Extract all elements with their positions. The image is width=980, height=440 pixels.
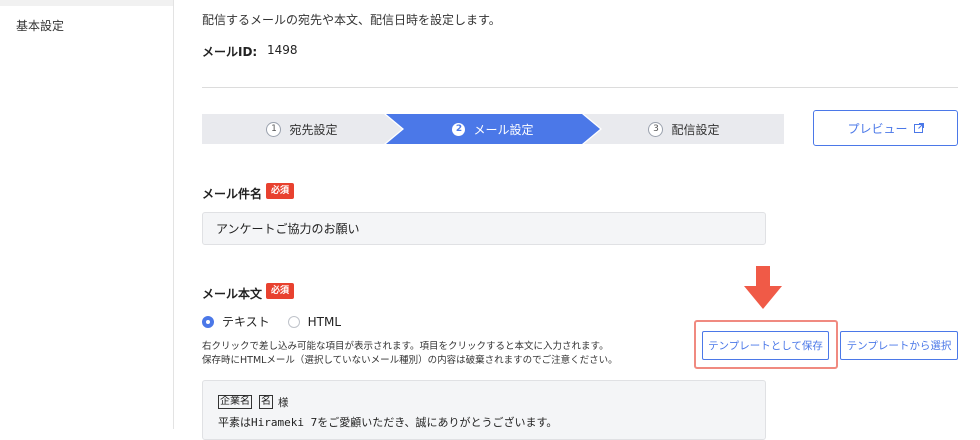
save-as-template-button[interactable]: テンプレートとして保存 [702, 331, 829, 360]
mail-id-label: メールID: [202, 45, 258, 59]
divider [202, 87, 958, 88]
preview-button[interactable]: プレビュー [813, 110, 958, 146]
external-link-icon [913, 123, 924, 133]
sidebar-item-basic-settings[interactable]: 基本設定 [16, 17, 64, 34]
required-badge: 必須 [266, 183, 294, 199]
salutation-suffix: 様 [278, 397, 289, 409]
step-number: 1 [266, 121, 282, 137]
radio-text[interactable]: テキスト [202, 313, 270, 330]
mail-id-value: 1498 [267, 43, 298, 57]
step-number: 2 [452, 122, 466, 136]
step-number: 3 [648, 121, 664, 137]
step-label: 配信設定 [671, 122, 720, 137]
insert-tag-company: 企業名 [218, 395, 252, 409]
step-delivery-settings[interactable]: 3 配信設定 [584, 114, 784, 144]
discard-warning-note: 保存時にHTMLメール（選択していないメール種別）の内容は破棄されますのでご注意… [202, 355, 618, 366]
radio-html-label: HTML [307, 314, 342, 329]
step-label: 宛先設定 [289, 122, 338, 137]
body-format-radio-group: テキスト HTML [202, 313, 359, 330]
select-from-template-button[interactable]: テンプレートから選択 [840, 331, 958, 360]
preview-button-label: プレビュー [847, 121, 908, 136]
sidebar: 基本設定 [0, 0, 174, 429]
radio-unselected-icon [287, 315, 300, 328]
body-textarea[interactable]: 企業名 名 様 平素はHirameki 7をご愛顧いただき、誠にありがとうござい… [202, 380, 766, 440]
radio-html[interactable]: HTML [287, 314, 342, 329]
subject-input[interactable]: アンケートご協力のお願い [202, 212, 766, 245]
insert-tag-name: 名 [259, 395, 273, 409]
body-text-line: 平素はHirameki 7をご愛顧いただき、誠にありがとうございます。 [218, 416, 558, 429]
radio-selected-icon [202, 315, 214, 328]
step-mail-settings[interactable]: 2 メール設定 [386, 114, 600, 144]
step-label: メール設定 [473, 122, 534, 137]
insert-help-note: 右クリックで差し込み可能な項目が表示されます。項目をクリックすると本文に入力され… [202, 341, 609, 352]
subject-input-value: アンケートご協力のお願い [216, 222, 360, 236]
step-recipient-settings[interactable]: 1 宛先設定 [202, 114, 402, 144]
sidebar-top-strip [0, 0, 173, 6]
arrow-down-icon [744, 266, 782, 309]
body-label: メール本文 [202, 287, 263, 301]
stepper: 1 宛先設定 2 メール設定 3 配信設定 [202, 114, 784, 144]
required-badge: 必須 [266, 283, 294, 299]
radio-text-label: テキスト [222, 315, 270, 329]
page-description: 配信するメールの宛先や本文、配信日時を設定します。 [202, 13, 501, 27]
subject-label: メール件名 [202, 187, 263, 201]
